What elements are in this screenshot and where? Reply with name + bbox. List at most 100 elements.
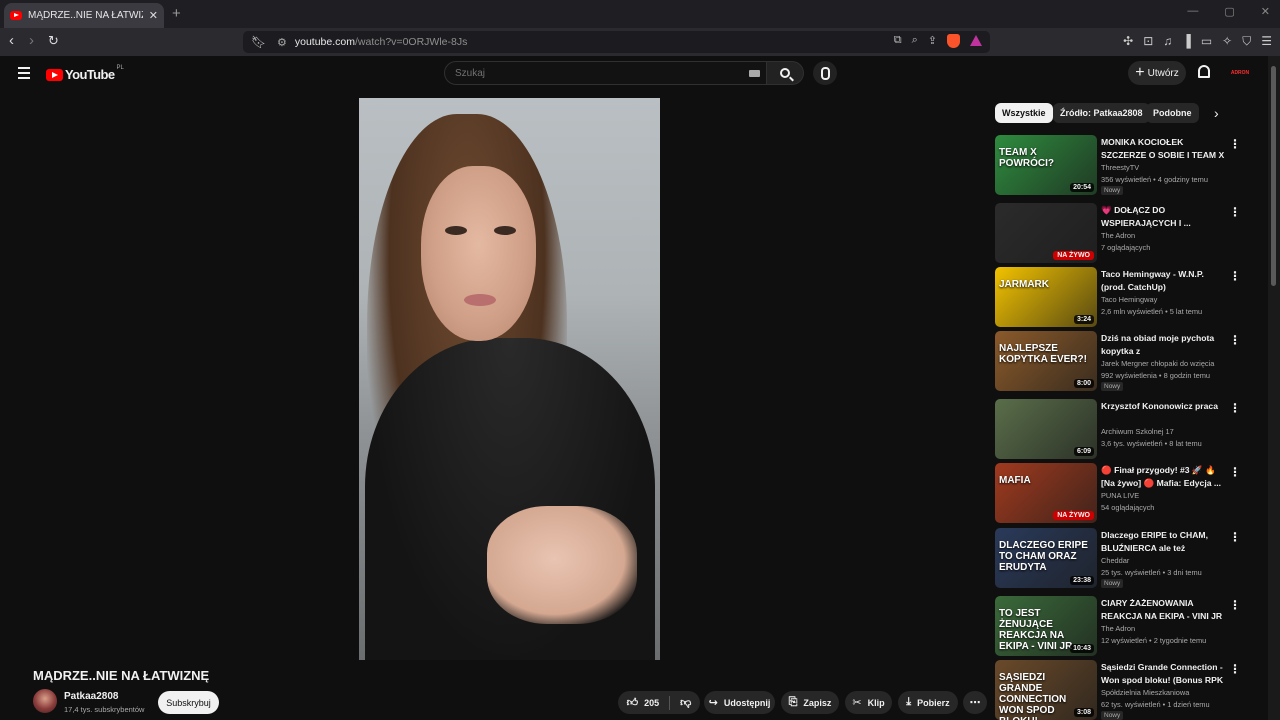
chip-source[interactable]: Źródło: Patkaa2808	[1053, 103, 1150, 123]
address-bar[interactable]: 🔖︎ ⚙ youtube.com/watch?v=0ORJWle-8Js ⧉ ⌕…	[243, 31, 990, 53]
recommendation-item[interactable]: TEAM X POWRÓCI? 20:54 MONIKA KOCIOŁEK SZCZ…	[995, 135, 1245, 195]
more-options-icon[interactable]: ⋮	[1229, 137, 1241, 151]
recommendation-title[interactable]: Krzysztof Kononowicz praca	[1101, 400, 1226, 413]
more-options-icon[interactable]: ⋮	[1229, 598, 1241, 612]
maximize-icon[interactable]: ▢	[1224, 5, 1234, 18]
ai-icon[interactable]: ✧	[1222, 34, 1232, 49]
account-avatar[interactable]: ADRON	[1230, 65, 1250, 81]
recommendation-channel[interactable]: Taco Hemingway	[1101, 295, 1157, 304]
recommendation-item[interactable]: MAFIA NA ŻYWO 🔴 Finał przygody! #3 🚀 🔥 [Na…	[995, 463, 1245, 523]
subscribe-button[interactable]: Subskrybuj	[158, 691, 219, 714]
video-player[interactable]	[359, 98, 660, 660]
recommendation-title[interactable]: 🔴 Finał przygody! #3 🚀 🔥 [Na żywo] 🔴 Maf…	[1101, 464, 1226, 489]
dislike-icon[interactable]: 👎︎	[680, 696, 691, 709]
hamburger-menu-icon[interactable]	[18, 67, 30, 82]
search-button[interactable]	[767, 61, 804, 85]
recommendation-thumbnail[interactable]: SĄSIEDZI GRANDE CONNECTION WON SPOD BLOK…	[995, 660, 1097, 720]
recommendation-title[interactable]: Dlaczego ERIPE to CHAM, BLUŹNIERCA ale t…	[1101, 529, 1226, 555]
reload-icon[interactable]: ↻	[48, 33, 59, 49]
new-tab-button[interactable]: +	[172, 5, 181, 22]
new-badge: Nowy	[1101, 579, 1124, 588]
recommendation-item[interactable]: SĄSIEDZI GRANDE CONNECTION WON SPOD BLOK…	[995, 660, 1245, 720]
recommendation-channel[interactable]: The Adron	[1101, 231, 1135, 240]
keyboard-icon[interactable]	[749, 69, 760, 77]
recommendation-thumbnail[interactable]: DLACZEGO ERIPE TO CHAM ORAZ ERUDYTA 23:38	[995, 528, 1097, 588]
share-icon[interactable]: ⇪	[928, 34, 937, 48]
more-options-icon[interactable]: ⋮	[1229, 269, 1241, 283]
youtube-logo[interactable]: YouTube PL	[46, 65, 124, 82]
recommendation-thumbnail[interactable]: JARMARK 3:24	[995, 267, 1097, 327]
chip-related[interactable]: Podobne	[1146, 103, 1199, 123]
recommendation-channel[interactable]: Archiwum Szkolnej 17	[1101, 427, 1174, 436]
recommendation-item[interactable]: NAJLEPSZE KOPYTKA EVER?! 8:00 Dziś na obia…	[995, 331, 1245, 391]
open-external-icon[interactable]: ⧉	[894, 34, 902, 48]
recommendation-channel[interactable]: The Adron	[1101, 624, 1135, 633]
recommendation-title[interactable]: Dziś na obiad moje pychota kopytka z	[1101, 332, 1226, 357]
more-options-icon[interactable]: ⋮	[1229, 465, 1241, 479]
page-scrollbar[interactable]	[1268, 56, 1280, 720]
more-options-icon[interactable]: ⋮	[1229, 401, 1241, 415]
recommendation-thumbnail[interactable]: TO JEST ŻENUJĄCE REAKCJA NA EKIPA - VINI…	[995, 596, 1097, 656]
more-actions-button[interactable]: ⋯	[963, 691, 987, 714]
recommendation-channel[interactable]: PUNA LIVE	[1101, 491, 1139, 500]
vpn-icon[interactable]: ⛉	[1242, 34, 1251, 49]
recommendation-item[interactable]: NA ŻYWO 💗 DOŁĄCZ DO WSPIERAJĄCYCH I ... Th…	[995, 203, 1245, 263]
notifications-bell-icon[interactable]	[1198, 65, 1210, 78]
close-window-icon[interactable]: ✕	[1261, 5, 1270, 18]
forward-icon[interactable]: ›	[29, 33, 34, 49]
like-count[interactable]: 205	[644, 698, 659, 708]
recommendation-channel[interactable]: Jarek Mergner chłopaki do wzięcia	[1101, 359, 1214, 368]
music-icon[interactable]: ♫	[1163, 34, 1172, 49]
rewards-triangle-icon[interactable]	[970, 35, 982, 46]
recommendation-title[interactable]: CIARY ŻAŻENOWANIA REAKCJA NA EKIPA - VIN…	[1101, 597, 1226, 622]
recommendation-item[interactable]: JARMARK 3:24 Taco Hemingway - W.N.P. (prod…	[995, 267, 1245, 327]
site-settings-icon[interactable]: ⚙	[277, 36, 287, 49]
create-button[interactable]: + Utwórz	[1128, 61, 1186, 85]
browser-tab[interactable]: MĄDRZE..NIE NA ŁATWIZNĘ - YouTube ✕	[4, 3, 164, 28]
scrollbar-thumb[interactable]	[1271, 66, 1276, 286]
bookmark-icon[interactable]: 🔖︎	[251, 35, 267, 49]
recommendation-channel[interactable]: Cheddar	[1101, 556, 1129, 565]
recommendation-item[interactable]: DLACZEGO ERIPE TO CHAM ORAZ ERUDYTA 23:38…	[995, 528, 1245, 588]
channel-name[interactable]: Patkaa2808	[64, 691, 119, 702]
back-icon[interactable]: ‹	[9, 33, 14, 49]
chips-next-icon[interactable]: ›	[1214, 105, 1219, 121]
more-options-icon[interactable]: ⋮	[1229, 333, 1241, 347]
recommendation-item[interactable]: TO JEST ŻENUJĄCE REAKCJA NA EKIPA - VINI…	[995, 596, 1245, 656]
share-button[interactable]: ↪ Udostępnij	[704, 691, 775, 714]
brave-shield-icon[interactable]	[947, 34, 960, 48]
more-options-icon[interactable]: ⋮	[1229, 205, 1241, 219]
menu-icon[interactable]: ☰	[1261, 34, 1272, 49]
like-icon[interactable]: 👍︎	[627, 696, 639, 709]
download-button[interactable]: ⤓ Pobierz	[898, 691, 958, 714]
recommendation-channel[interactable]: ThreestyTV	[1101, 163, 1139, 172]
browser-tabbar: MĄDRZE..NIE NA ŁATWIZNĘ - YouTube ✕ + — …	[0, 0, 1280, 28]
voice-search-button[interactable]	[813, 61, 837, 85]
recommendation-thumbnail[interactable]: MAFIA NA ŻYWO	[995, 463, 1097, 523]
sidebar-icon[interactable]: ▐	[1182, 34, 1191, 49]
recommendation-title[interactable]: 💗 DOŁĄCZ DO WSPIERAJĄCYCH I ...	[1101, 204, 1226, 229]
recommendation-title[interactable]: Taco Hemingway - W.N.P. (prod. CatchUp)	[1101, 268, 1226, 293]
more-options-icon[interactable]: ⋮	[1229, 662, 1241, 676]
extensions-icon[interactable]: ✣	[1123, 34, 1133, 49]
wallet-icon[interactable]: ▭	[1201, 34, 1212, 49]
save-button[interactable]: ⎘ Zapisz	[781, 691, 839, 714]
recommendation-thumbnail[interactable]: TEAM X POWRÓCI? 20:54	[995, 135, 1097, 195]
minimize-icon[interactable]: —	[1187, 5, 1198, 18]
close-tab-icon[interactable]: ✕	[149, 9, 158, 22]
screenshot-icon[interactable]: ⊡	[1143, 34, 1153, 49]
channel-avatar[interactable]	[33, 689, 57, 713]
recommendation-thumbnail[interactable]: NA ŻYWO	[995, 203, 1097, 263]
recommendation-title[interactable]: Sąsiedzi Grande Connection - Won spod bl…	[1101, 661, 1226, 687]
search-input[interactable]: Szukaj	[444, 61, 767, 85]
recommendation-thumbnail[interactable]: 6:09	[995, 399, 1097, 459]
recommendation-channel[interactable]: Spółdzielnia Mieszkaniowa	[1101, 688, 1189, 697]
zoom-icon[interactable]: ⌕	[912, 34, 918, 48]
recommendation-item[interactable]: 6:09 Krzysztof Kononowicz praca Archiwum S…	[995, 399, 1245, 459]
clip-button[interactable]: ✂ Klip	[845, 691, 892, 714]
chip-all[interactable]: Wszystkie	[995, 103, 1053, 123]
recommendation-title[interactable]: MONIKA KOCIOŁEK SZCZERZE O SOBIE I TEAM …	[1101, 136, 1226, 161]
more-options-icon[interactable]: ⋮	[1229, 530, 1241, 544]
recommendation-thumbnail[interactable]: NAJLEPSZE KOPYTKA EVER?! 8:00	[995, 331, 1097, 391]
thumbnail-overlay-text: JARMARK	[999, 279, 1049, 290]
